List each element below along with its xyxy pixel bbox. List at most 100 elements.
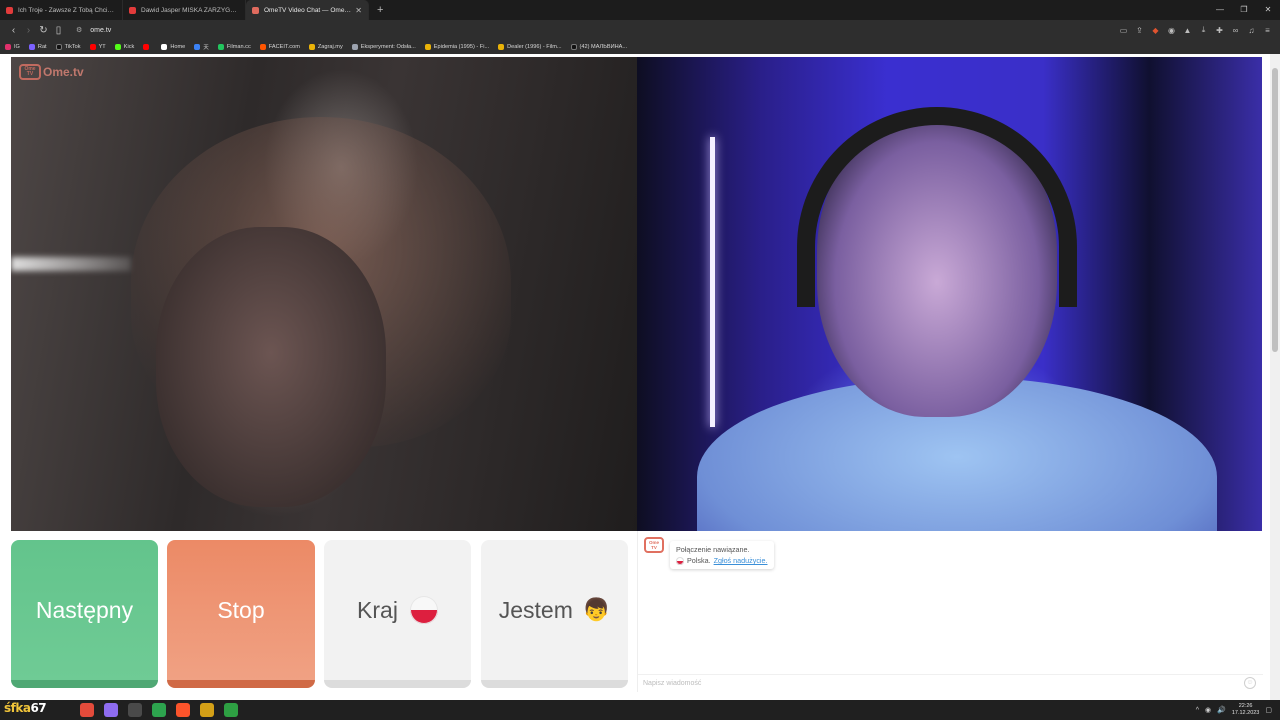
- tray-expand-icon[interactable]: ^: [1196, 707, 1199, 714]
- stop-button[interactable]: Stop: [167, 540, 315, 688]
- chat-panel: Ome TV Połączenie nawiązane. Polska. Zgł…: [637, 531, 1263, 692]
- bookmark-item[interactable]: Kick: [114, 44, 134, 50]
- ometv-favicon-icon: [252, 6, 259, 14]
- message-input[interactable]: Napisz wiadomość: [638, 674, 1263, 692]
- forward-icon[interactable]: ›: [21, 25, 36, 36]
- download-icon[interactable]: ⤓: [1199, 25, 1208, 35]
- bookmark-icon[interactable]: ▯: [51, 25, 66, 36]
- background-light: [11, 257, 131, 271]
- bookmarks-bar: IG Rat TikTok YT Kick Home 天 Filman.cc F…: [0, 40, 1280, 54]
- ometv-page: Ome TV Ome.tv Następny Stop Kraj Jestem …: [0, 54, 1280, 700]
- notifications-icon[interactable]: ▢: [1265, 706, 1272, 714]
- tab-title: Ich Troje - Zawsze Z Tobą Chciałbym Być: [18, 6, 116, 14]
- next-button[interactable]: Następny: [11, 540, 158, 688]
- youtube-favicon-icon: [129, 6, 136, 14]
- app-icon[interactable]: [224, 703, 238, 717]
- bookmark-item[interactable]: Epidemia (1995) - Fi...: [424, 44, 489, 50]
- bookmark-icon: [498, 44, 505, 50]
- browser-tab[interactable]: Ich Troje - Zawsze Z Tobą Chciałbym Być: [0, 0, 123, 20]
- address-bar: ‹ › ↻ ▯ ⚙ ome.tv ▭ ⇪ ◆ ◉ ▲ ⤓ ✚ ∞ ♫ ≡: [0, 20, 1280, 40]
- bookmark-item[interactable]: [143, 44, 152, 50]
- connection-status-text: Połączenie nawiązane.: [676, 545, 750, 554]
- stranger-face: [156, 227, 386, 507]
- bookmark-item[interactable]: IG: [5, 44, 20, 50]
- link-icon[interactable]: ∞: [1231, 26, 1240, 35]
- emoji-picker-icon[interactable]: ☺: [1244, 677, 1256, 689]
- reload-icon[interactable]: ↻: [36, 25, 51, 36]
- app-icon[interactable]: [128, 703, 142, 717]
- ometv-logo-icon: Ome TV: [19, 64, 41, 80]
- close-tab-icon[interactable]: ✕: [355, 6, 362, 15]
- bookmark-item[interactable]: Dealer (1996) - Film...: [498, 44, 562, 50]
- window-controls: — ❐ ✕: [1208, 0, 1280, 20]
- bookmark-item[interactable]: 天: [194, 43, 209, 51]
- wallet-icon[interactable]: ▲: [1183, 26, 1192, 35]
- bookmark-item[interactable]: TikTok: [55, 44, 81, 50]
- clock-date: 17.12.2023: [1231, 710, 1260, 716]
- menu-icon[interactable]: ≡: [1263, 26, 1272, 35]
- bookmark-item[interactable]: Rat: [28, 44, 47, 50]
- bookmark-item[interactable]: Eksperyment: Odsła...: [351, 44, 416, 50]
- bookmark-item[interactable]: (42) МАЛЬВИНА...: [570, 44, 627, 50]
- share-icon[interactable]: ⇪: [1135, 26, 1144, 35]
- app-icon[interactable]: [80, 703, 94, 717]
- bookmark-icon: [308, 44, 315, 50]
- tab-title: Dawid Jasper MIŚKA ZARZYGAŁA MI...: [141, 6, 239, 14]
- browser-tab-active[interactable]: OmeTV Video Chat — Omegle ✕: [246, 0, 369, 20]
- gender-button[interactable]: Jestem 👦: [481, 540, 628, 688]
- bookmark-icon: [114, 44, 121, 50]
- poland-flag-icon: [676, 556, 684, 565]
- bookmark-icon: [194, 44, 201, 50]
- media-icon[interactable]: ♫: [1247, 26, 1256, 35]
- bookmark-item[interactable]: Zagraj.my: [308, 44, 343, 50]
- bookmark-item[interactable]: FACEIT.com: [259, 44, 300, 50]
- restore-icon[interactable]: ❐: [1232, 0, 1256, 20]
- puzzle-icon[interactable]: ✚: [1215, 26, 1224, 35]
- app-icon[interactable]: [200, 703, 214, 717]
- bookmark-item[interactable]: Home: [161, 44, 185, 50]
- country-name: Polska.: [687, 556, 711, 565]
- country-button-label: Kraj: [357, 596, 398, 623]
- bookmark-icon: [217, 44, 224, 50]
- bookmark-icon: [570, 44, 577, 50]
- gender-button-label: Jestem: [498, 596, 573, 623]
- back-icon[interactable]: ‹: [6, 25, 21, 36]
- site-info-icon[interactable]: ⚙: [76, 26, 82, 34]
- youtube-favicon-icon: [6, 6, 13, 14]
- volume-icon[interactable]: 🔊: [1217, 706, 1226, 714]
- taskbar-apps: [80, 703, 238, 717]
- bookmark-item[interactable]: YT: [89, 44, 106, 50]
- ometv-avatar-icon: Ome TV: [644, 537, 664, 553]
- taskbar: śfka67 ^ ◉ 🔊 22:26 17.12.2023 ▢: [0, 700, 1280, 720]
- report-abuse-link[interactable]: Zgłoś nadużycie.: [714, 555, 768, 566]
- browser-toolbar: ▭ ⇪ ◆ ◉ ▲ ⤓ ✚ ∞ ♫ ≡: [1119, 20, 1272, 40]
- headset: [797, 107, 1077, 307]
- tab-title: OmeTV Video Chat — Omegle: [264, 6, 352, 14]
- clock-time: 22:26: [1238, 703, 1253, 709]
- page-scrollbar[interactable]: [1270, 54, 1280, 700]
- minimize-icon[interactable]: —: [1208, 0, 1232, 20]
- clock[interactable]: 22:26 17.12.2023: [1232, 703, 1260, 717]
- brave-browser-icon[interactable]: [176, 703, 190, 717]
- country-button[interactable]: Kraj: [324, 540, 471, 688]
- app-icon[interactable]: [152, 703, 166, 717]
- extension-icon[interactable]: ◉: [1167, 26, 1176, 35]
- country-line: Polska. Zgłoś nadużycie.: [676, 555, 768, 566]
- brave-shield-icon[interactable]: ◆: [1151, 26, 1160, 35]
- network-icon[interactable]: ◉: [1205, 706, 1211, 714]
- poland-flag-icon: [409, 596, 438, 624]
- system-message-bubble: Połączenie nawiązane. Polska. Zgłoś nadu…: [670, 541, 774, 569]
- url-field[interactable]: ⚙ ome.tv: [76, 26, 111, 35]
- bookmark-icon: [351, 44, 358, 50]
- browser-tab[interactable]: Dawid Jasper MIŚKA ZARZYGAŁA MI...: [123, 0, 246, 20]
- bookmark-icon: [55, 44, 62, 50]
- neon-light: [710, 137, 715, 427]
- bookmark-icon: [424, 44, 431, 50]
- close-window-icon[interactable]: ✕: [1256, 0, 1280, 20]
- app-icon[interactable]: [104, 703, 118, 717]
- new-tab-button[interactable]: +: [369, 4, 391, 16]
- scrollbar-thumb[interactable]: [1272, 68, 1278, 352]
- system-tray: ^ ◉ 🔊 22:26 17.12.2023 ▢: [1196, 700, 1272, 720]
- cast-icon[interactable]: ▭: [1119, 26, 1128, 35]
- bookmark-item[interactable]: Filman.cc: [217, 44, 251, 50]
